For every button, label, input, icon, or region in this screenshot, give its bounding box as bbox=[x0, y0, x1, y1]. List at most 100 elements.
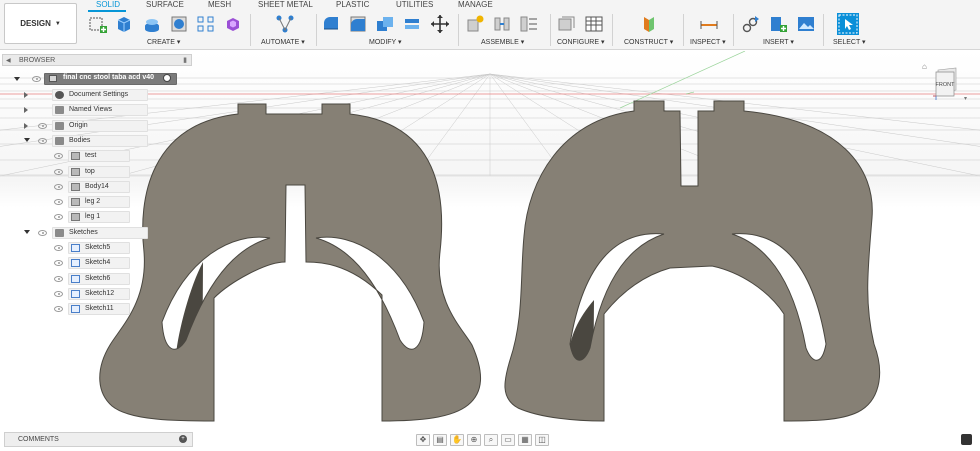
assemble-menu[interactable]: ASSEMBLE ▾ bbox=[481, 38, 524, 46]
automate-icon[interactable] bbox=[275, 14, 295, 34]
visibility-eye-icon[interactable] bbox=[54, 153, 63, 160]
fillet-icon[interactable] bbox=[348, 14, 368, 34]
tab-utilities[interactable]: UTILITIES bbox=[396, 0, 433, 10]
viewcube-menu-icon[interactable]: ▾ bbox=[964, 95, 967, 102]
split-body-icon[interactable] bbox=[402, 14, 422, 34]
sketch-icon bbox=[71, 244, 80, 252]
tab-solid[interactable]: SOLID bbox=[96, 0, 120, 10]
browser-root-row[interactable]: final cnc stool taba acd v40 bbox=[2, 72, 177, 86]
as-built-joint-icon[interactable] bbox=[519, 14, 539, 34]
visibility-eye-icon[interactable] bbox=[54, 306, 63, 313]
insert-mesh-icon[interactable] bbox=[768, 14, 788, 34]
offset-plane-icon[interactable] bbox=[639, 14, 659, 34]
toolbar-divider bbox=[550, 14, 551, 46]
visibility-eye-icon[interactable] bbox=[54, 275, 63, 282]
tab-mesh[interactable]: MESH bbox=[208, 0, 231, 10]
create-sketch-icon[interactable] bbox=[88, 14, 108, 34]
viewcube-face-label: FRONT bbox=[936, 82, 956, 88]
item-background bbox=[52, 134, 148, 147]
look-at-icon[interactable]: ▤ bbox=[433, 433, 447, 446]
zoom-window-icon[interactable]: ⌕ bbox=[484, 433, 498, 446]
create-menu[interactable]: CREATE ▾ bbox=[147, 38, 180, 46]
zoom-icon[interactable]: ⊕ bbox=[467, 433, 481, 446]
gear-icon bbox=[55, 91, 64, 99]
toolbar-divider bbox=[683, 14, 684, 46]
expand-toggle-icon[interactable] bbox=[14, 77, 20, 81]
comments-panel[interactable]: COMMENTS + bbox=[4, 432, 193, 447]
add-comment-icon[interactable]: + bbox=[179, 435, 187, 443]
viewcube[interactable]: FRONT bbox=[933, 66, 961, 100]
canvas-image-icon[interactable] bbox=[796, 14, 816, 34]
body-icon bbox=[71, 152, 80, 161]
browser-item-label: Document Settings bbox=[69, 91, 129, 98]
measure-icon[interactable] bbox=[699, 14, 719, 34]
pattern-icon[interactable] bbox=[196, 14, 216, 34]
workspace-switcher-button[interactable]: DESIGN ▼ bbox=[4, 3, 77, 44]
move-icon[interactable] bbox=[430, 14, 450, 34]
activate-radio-icon[interactable] bbox=[163, 74, 171, 82]
item-background bbox=[52, 119, 148, 132]
browser-item-label: Sketch11 bbox=[85, 305, 114, 313]
select-icon[interactable] bbox=[836, 12, 860, 36]
visibility-eye-icon[interactable] bbox=[54, 199, 63, 206]
viewports-icon[interactable]: ◫ bbox=[535, 433, 549, 446]
form-icon[interactable] bbox=[223, 14, 243, 34]
home-view-icon[interactable]: ⌂ bbox=[922, 62, 927, 71]
toolbar-divider bbox=[733, 14, 734, 46]
extrude-icon[interactable] bbox=[142, 14, 162, 34]
visibility-eye-icon[interactable] bbox=[54, 290, 63, 297]
insert-menu[interactable]: INSERT ▾ bbox=[763, 38, 794, 46]
sketch-icon bbox=[71, 289, 80, 298]
visibility-eye-icon[interactable] bbox=[38, 122, 47, 129]
workspace-label: DESIGN bbox=[20, 19, 51, 28]
visibility-eye-icon[interactable] bbox=[38, 229, 47, 236]
visibility-eye-icon[interactable] bbox=[54, 214, 63, 221]
display-settings-icon[interactable]: ▭ bbox=[501, 433, 515, 446]
visibility-eye-icon[interactable] bbox=[54, 168, 63, 175]
configure-icon[interactable] bbox=[557, 14, 577, 34]
box-icon[interactable] bbox=[114, 14, 134, 34]
tab-manage[interactable]: MANAGE bbox=[458, 0, 493, 10]
pan-icon[interactable]: ✋ bbox=[450, 433, 464, 446]
inspect-menu[interactable]: INSPECT ▾ bbox=[690, 38, 726, 46]
automate-menu[interactable]: AUTOMATE ▾ bbox=[261, 38, 305, 46]
visibility-eye-icon[interactable] bbox=[38, 137, 47, 144]
collapse-arrow-icon[interactable]: ◀ bbox=[6, 57, 11, 64]
combine-icon[interactable] bbox=[375, 14, 395, 34]
grid-settings-icon[interactable]: ▦ bbox=[518, 433, 532, 446]
visibility-eye-icon[interactable] bbox=[54, 260, 63, 267]
modify-menu[interactable]: MODIFY ▾ bbox=[369, 38, 402, 46]
browser-item-label: leg 1 bbox=[85, 213, 101, 221]
revolve-icon[interactable] bbox=[169, 14, 189, 34]
tab-plastic[interactable]: PLASTIC bbox=[336, 0, 369, 10]
press-pull-icon[interactable] bbox=[321, 14, 341, 34]
expand-panel-icon[interactable] bbox=[961, 434, 972, 445]
insert-derive-icon[interactable] bbox=[741, 14, 761, 34]
browser-item-label: leg 2 bbox=[85, 198, 101, 206]
visibility-eye-icon[interactable] bbox=[54, 183, 63, 190]
browser-item-label: Sketch5 bbox=[85, 244, 111, 251]
orbit-icon[interactable]: ✥ bbox=[416, 433, 430, 446]
toolbar-divider bbox=[458, 14, 459, 46]
construct-menu[interactable]: CONSTRUCT ▾ bbox=[624, 38, 673, 46]
expand-toggle-icon[interactable] bbox=[24, 107, 28, 114]
select-menu[interactable]: SELECT ▾ bbox=[833, 38, 866, 46]
expand-toggle-icon[interactable] bbox=[24, 122, 28, 129]
joint-icon[interactable] bbox=[492, 14, 512, 34]
visibility-eye-icon[interactable] bbox=[32, 76, 41, 82]
configuration-table-icon[interactable] bbox=[584, 14, 604, 34]
new-component-icon[interactable] bbox=[465, 14, 485, 34]
tab-surface[interactable]: SURFACE bbox=[146, 0, 184, 10]
tab-sheet-metal[interactable]: SHEET METAL bbox=[258, 0, 313, 10]
configure-menu[interactable]: CONFIGURE ▾ bbox=[557, 38, 604, 46]
body-icon bbox=[71, 182, 80, 191]
expand-toggle-icon[interactable] bbox=[24, 229, 30, 234]
expand-toggle-icon[interactable] bbox=[24, 137, 30, 142]
pin-icon[interactable]: ▮ bbox=[183, 56, 187, 64]
browser-title: BROWSER bbox=[19, 57, 56, 64]
browser-item-label: test bbox=[85, 152, 97, 160]
browser-header[interactable]: ◀ BROWSER ▮ bbox=[2, 54, 192, 66]
body-icon bbox=[71, 167, 80, 176]
expand-toggle-icon[interactable] bbox=[24, 92, 28, 98]
visibility-eye-icon[interactable] bbox=[54, 245, 63, 251]
